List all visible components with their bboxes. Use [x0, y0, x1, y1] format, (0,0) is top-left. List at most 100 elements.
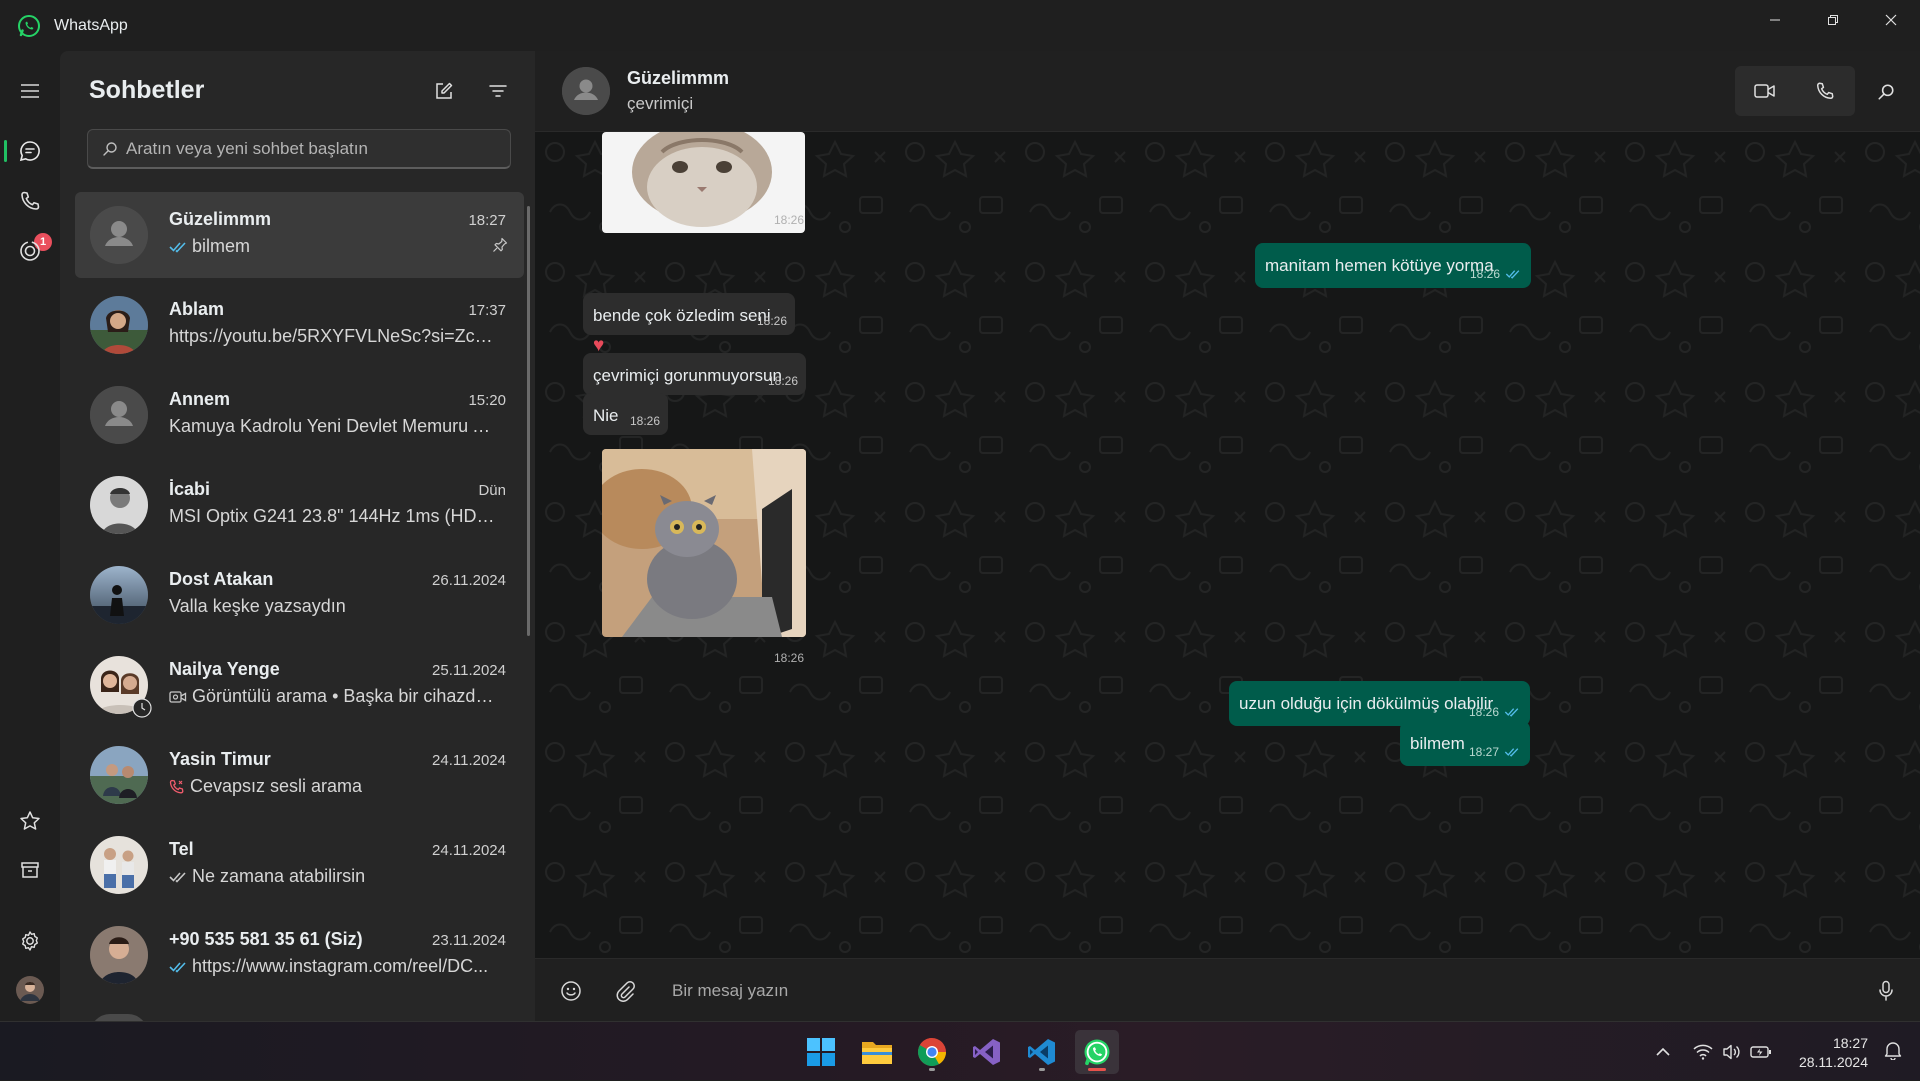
double-check-icon [169, 871, 186, 883]
incoming-message[interactable]: Nie 18:26 [583, 393, 668, 435]
attach-button[interactable] [609, 975, 641, 1007]
chat-last-message: Görüntülü arama • Başka bir cihazda... [169, 686, 499, 707]
search-icon [103, 141, 117, 156]
visual-studio-button[interactable] [965, 1030, 1009, 1074]
message-time: 18:26 [1468, 705, 1499, 719]
network-button[interactable] [1688, 1044, 1718, 1060]
whatsapp-taskbar-button[interactable] [1075, 1030, 1119, 1074]
message-time: 18:27 [1468, 745, 1499, 759]
chat-time: 26.11.2024 [432, 572, 506, 589]
menu-button[interactable] [10, 71, 50, 111]
image-message[interactable] [602, 449, 806, 637]
volume-button[interactable] [1718, 1044, 1746, 1060]
chat-time: 23.11.2024 [432, 932, 506, 949]
chrome-button[interactable] [910, 1030, 954, 1074]
conversation-header: Güzelimmm çevrimiçi [535, 51, 1920, 132]
double-check-icon [169, 961, 186, 973]
outgoing-message[interactable]: manitam hemen kötüye yorma 18:26 [1255, 243, 1531, 288]
search-box[interactable] [87, 129, 511, 169]
double-check-icon [169, 241, 186, 253]
chat-name: Tel [169, 839, 194, 859]
navigation-rail: 1 [0, 51, 60, 1021]
avatar [90, 296, 148, 354]
double-check-icon [1504, 708, 1519, 717]
battery-charging-icon [1750, 1045, 1771, 1058]
chat-item-self[interactable]: +90 535 581 35 61 (Siz) 23.11.2024 https… [75, 912, 524, 998]
chat-item-ablam[interactable]: Ablam 17:37 https://youtu.be/5RXYFVLNeSc… [75, 282, 524, 368]
chat-list-scrollbar[interactable] [527, 206, 530, 636]
new-chat-button[interactable] [428, 75, 460, 107]
chat-time: 18:27 [468, 212, 506, 229]
chat-last-message: MSI Optix G241 23.8" 144Hz 1ms (HDM... [169, 506, 499, 526]
chat-item-nailya-yenge[interactable]: Nailya Yenge 25.11.2024 Görüntülü arama … [75, 642, 524, 728]
filter-button[interactable] [482, 75, 514, 107]
emoji-button[interactable] [555, 975, 587, 1007]
voice-message-button[interactable] [1870, 975, 1902, 1007]
settings-button[interactable] [10, 921, 50, 961]
file-explorer-button[interactable] [855, 1030, 899, 1074]
outgoing-message[interactable]: uzun olduğu için dökülmüş olabilir 18:26 [1229, 681, 1530, 726]
message-text: Nie [593, 406, 619, 425]
avatar [90, 476, 148, 534]
archive-icon [21, 862, 39, 878]
calls-icon [21, 191, 40, 210]
vscode-button[interactable] [1020, 1030, 1064, 1074]
avatar-photo [90, 926, 148, 984]
chats-tab[interactable] [10, 131, 50, 171]
settings-icon [22, 931, 38, 951]
conversation-search-button[interactable] [1870, 76, 1902, 108]
chevron-up-icon [1656, 1047, 1670, 1056]
chat-item-tel[interactable]: Tel 24.11.2024 Ne zamana atabilirsin [75, 822, 524, 908]
incoming-message[interactable]: bende çok özledim seni 18:26 [583, 293, 795, 335]
incoming-message[interactable]: çevrimiçi gorunmuyorsun 18:26 [583, 353, 806, 395]
chat-item-annem[interactable]: Annem 15:20 Kamuya Kadrolu Yeni Devlet M… [75, 372, 524, 458]
avatar-photo [90, 836, 148, 894]
message-text: manitam hemen kötüye yorma [1265, 256, 1494, 275]
chat-item-guzelimmm[interactable]: Güzelimmm 18:27 bilmem [75, 192, 524, 278]
contact-avatar[interactable] [562, 67, 610, 115]
message-text: bilmem [1410, 734, 1465, 753]
avatar-photo [90, 566, 148, 624]
message-input[interactable] [672, 976, 1772, 1006]
clock-date: 28.11.2024 [1798, 1054, 1868, 1070]
notification-button[interactable] [1884, 1040, 1902, 1060]
avatar-photo [90, 476, 148, 534]
minimize-button[interactable] [1746, 0, 1804, 40]
double-check-icon [1504, 748, 1519, 757]
message-time: 18:26 [629, 414, 660, 428]
starred-button[interactable] [10, 801, 50, 841]
chat-name: Dost Atakan [169, 569, 274, 589]
message-meta: 18:27 [1469, 745, 1520, 759]
message-time: 18:26 [1469, 267, 1500, 281]
tray-overflow-button[interactable] [1650, 1047, 1676, 1057]
start-button[interactable] [799, 1030, 843, 1074]
chat-item-dost-atakan[interactable]: Dost Atakan 26.11.2024 Valla keşke yazsa… [75, 552, 524, 638]
search-input[interactable] [126, 138, 486, 159]
conversation-panel: Güzelimmm çevrimiçi 18:26 manitam hemen … [535, 51, 1920, 1021]
chat-item-icabi[interactable]: İcabi Dün MSI Optix G241 23.8" 144Hz 1ms… [75, 462, 524, 548]
status-tab[interactable] [10, 231, 50, 271]
calls-tab[interactable] [10, 181, 50, 221]
chat-name: Nailya Yenge [169, 659, 280, 679]
running-indicator [1088, 1068, 1106, 1071]
contact-name[interactable]: Güzelimmm [627, 68, 729, 89]
voice-call-button[interactable] [1795, 66, 1855, 116]
avatar [90, 746, 148, 804]
chat-time: 15:20 [468, 392, 506, 409]
avatar [90, 386, 148, 444]
windows-taskbar: 18:27 28.11.2024 [0, 1021, 1920, 1080]
chat-name: Annem [169, 389, 231, 409]
restore-button[interactable] [1804, 0, 1862, 40]
close-button[interactable] [1862, 0, 1920, 40]
taskbar-clock[interactable]: 18:27 28.11.2024 [1799, 1034, 1868, 1072]
video-call-button[interactable] [1735, 66, 1795, 116]
profile-button[interactable] [10, 970, 50, 1010]
battery-button[interactable] [1746, 1045, 1776, 1059]
chat-item-yasin-timur[interactable]: Yasin Timur 24.11.2024 Cevapsız sesli ar… [75, 732, 524, 818]
avatar [90, 566, 148, 624]
outgoing-message[interactable]: bilmem 18:27 [1400, 721, 1530, 766]
wifi-icon [1693, 1044, 1713, 1060]
filter-icon [489, 85, 507, 97]
avatar-photo [90, 296, 148, 354]
archive-button[interactable] [10, 850, 50, 890]
